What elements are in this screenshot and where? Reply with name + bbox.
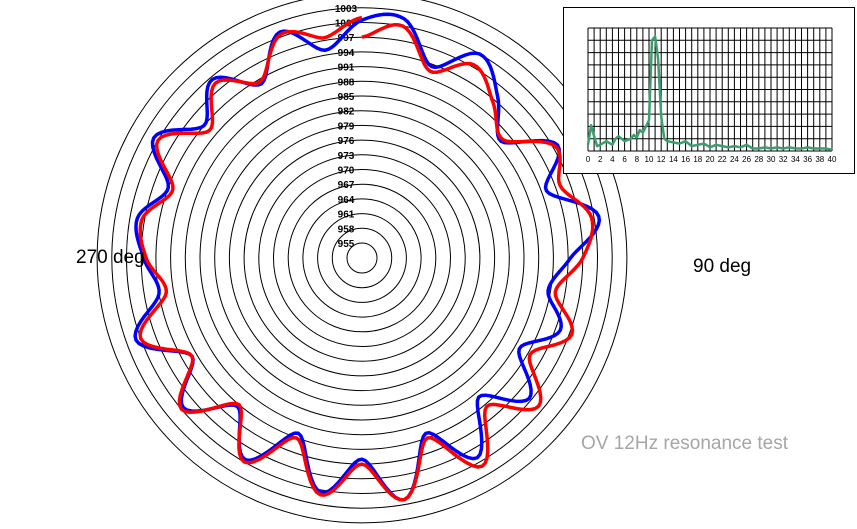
grid-ring bbox=[199, 95, 525, 421]
radial-tick-label: 970 bbox=[338, 166, 355, 177]
radial-tick-label: 985 bbox=[338, 92, 355, 103]
radial-tick-label: 961 bbox=[338, 210, 355, 221]
x-tick-label: 22 bbox=[718, 155, 727, 164]
radial-tick-label: 1003 bbox=[335, 4, 358, 15]
grid-ring bbox=[126, 22, 598, 494]
radial-tick-label: 973 bbox=[338, 151, 355, 162]
x-tick-label: 0 bbox=[586, 155, 591, 164]
grid-ring bbox=[331, 227, 393, 289]
angle-label-90: 90 deg bbox=[693, 256, 752, 277]
x-tick-label: 40 bbox=[828, 155, 837, 164]
x-tick-label: 30 bbox=[767, 155, 776, 164]
radial-tick-label: 976 bbox=[338, 136, 355, 147]
x-tick-label: 10 bbox=[645, 155, 654, 164]
grid-ring bbox=[228, 124, 496, 392]
grid-ring bbox=[258, 154, 466, 362]
data-series-line bbox=[133, 12, 602, 502]
angle-label-270: 270 deg bbox=[76, 247, 145, 268]
chart-caption: OV 12Hz resonance test bbox=[581, 433, 788, 454]
grid-ring bbox=[111, 7, 613, 509]
x-tick-label: 32 bbox=[779, 155, 788, 164]
radial-tick-label: 982 bbox=[338, 107, 355, 118]
x-tick-label: 20 bbox=[706, 155, 715, 164]
grid-ring bbox=[317, 213, 407, 303]
grid-ring bbox=[302, 198, 422, 318]
x-tick-label: 6 bbox=[622, 155, 627, 164]
x-tick-label: 12 bbox=[657, 155, 666, 164]
grid-ring bbox=[243, 139, 481, 377]
x-tick-label: 36 bbox=[803, 155, 812, 164]
radial-tick-label: 988 bbox=[338, 77, 355, 88]
x-tick-label: 34 bbox=[791, 155, 800, 164]
x-tick-label: 38 bbox=[815, 155, 824, 164]
x-tick-label: 2 bbox=[598, 155, 603, 164]
radial-tick-label: 994 bbox=[338, 48, 355, 59]
x-tick-label: 18 bbox=[693, 155, 702, 164]
spectrum-plot: 0 2 4 6 8 10 12 14 16 18 20 22 24 26 28 30 32 34 36 38 40 bbox=[586, 27, 837, 164]
radial-tick-label: 955 bbox=[338, 239, 355, 250]
x-tick-label: 16 bbox=[681, 155, 690, 164]
radial-tick-label: 964 bbox=[338, 195, 355, 206]
radial-tick-label: 979 bbox=[338, 121, 355, 132]
radial-tick-label: 967 bbox=[338, 180, 355, 191]
grid-ring bbox=[184, 80, 540, 436]
grid-ring bbox=[96, 0, 628, 524]
x-tick-label: 4 bbox=[610, 155, 615, 164]
x-tick-label: 14 bbox=[669, 155, 678, 164]
spectrum-inset-chart: 0 2 4 6 8 10 12 14 16 18 20 22 24 26 28 30 32 34 36 38 40 bbox=[563, 7, 855, 174]
radial-tick-label: 991 bbox=[338, 63, 355, 74]
grid-ring bbox=[155, 51, 569, 465]
x-tick-label: 28 bbox=[754, 155, 763, 164]
x-tick-label: 24 bbox=[730, 155, 739, 164]
grid-ring bbox=[287, 183, 437, 333]
radial-tick-label: 958 bbox=[338, 224, 355, 235]
x-tick-label: 8 bbox=[635, 155, 640, 164]
x-tick-label: 26 bbox=[742, 155, 751, 164]
grid-ring bbox=[273, 169, 451, 347]
